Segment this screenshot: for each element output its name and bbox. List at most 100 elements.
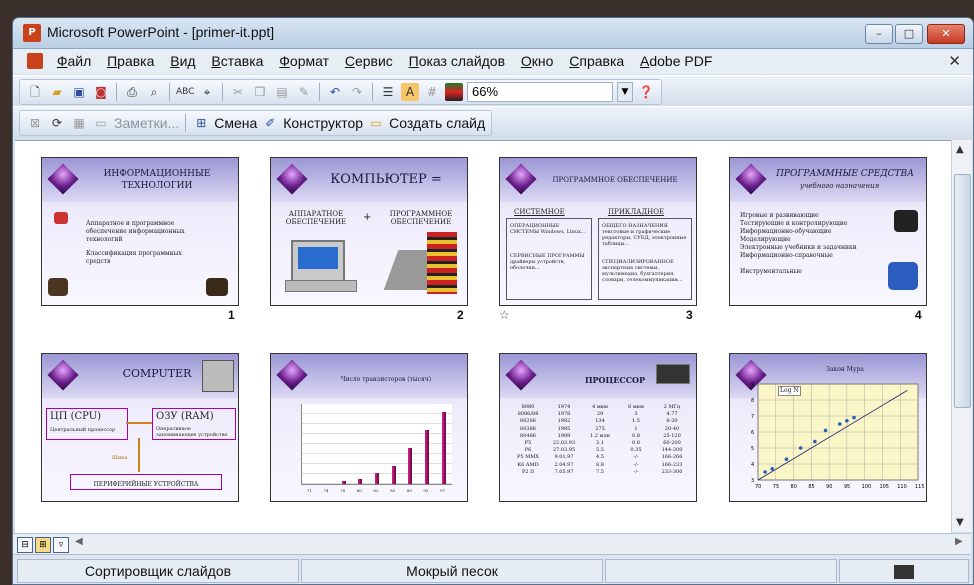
slide-thumbnail-3[interactable]: Программное обеспечение СИСТЕМНОЕ ПРИКЛА… [499,157,697,306]
slide-text: АППАРАТНОЕ ОБЕСПЕЧЕНИЕ [285,210,347,226]
menu-file[interactable]: Файл [51,49,97,69]
table-cell: P5 [524,440,532,447]
hide-slide-icon[interactable]: ⊠ [26,114,44,132]
new-slide-button[interactable]: Создать слайд [389,115,485,131]
table-cell: 7.5 [596,468,604,475]
slide-thumbnail-2[interactable]: КОМПЬЮТЕР = АППАРАТНОЕ ОБЕСПЕЧЕНИЕ + ПРО… [270,157,468,306]
tick-label: 100 [862,484,872,490]
transition-icon[interactable]: ⊞ [192,114,210,132]
scroll-up-icon[interactable]: ▲ [956,144,964,155]
notes-button[interactable]: Заметки... [114,115,179,131]
design-icon[interactable]: ✐ [261,114,279,132]
slide-sorter-view-icon[interactable]: ⊞ [35,537,51,553]
slide-thumbnail-7[interactable]: ПРОЦЕССОР 8080 1974 4 мкм 6 мкм 2 МГц 8086/88… [499,353,697,502]
scroll-down-icon[interactable]: ▼ [956,517,964,528]
scroll-right-icon[interactable]: ▶ [955,536,963,547]
chart-bar [408,448,413,484]
menu-format[interactable]: Формат [273,49,335,69]
show-formatting-icon[interactable]: A [401,83,419,101]
menu-help[interactable]: Справка [563,49,630,69]
table-row: 8086/88 1978 29 3 4.77 [510,411,690,418]
menu-window[interactable]: Окно [515,49,560,69]
open-icon[interactable]: ▰ [48,83,66,101]
slide-thumbnail-8[interactable]: Закон Мура 70 75 80 85 90 95 100 105 110 115 9 8 7 6 5… [729,353,927,502]
cut-icon[interactable]: ✂ [229,83,247,101]
tick-label: 82 [373,488,379,493]
list-item: Электронные учебники и задачники [740,244,857,251]
table-cell: 1.5 [632,418,640,425]
print-preview-icon[interactable]: ⌕ [145,83,163,101]
new-slide-icon[interactable]: ▭ [367,114,385,132]
tick-label: 70 [755,484,761,490]
close-document-icon[interactable]: ✕ [948,52,961,70]
table-cell: 27.03.95 [552,447,576,454]
zoom-combobox[interactable]: 66% [467,82,613,102]
design-button[interactable]: Конструктор [283,115,363,131]
slide-thumbnail-6[interactable]: Число транзисторов (тысяч) 71 74 78 80 8… [270,353,468,502]
paste-icon[interactable]: ▤ [273,83,291,101]
menu-adobe-pdf[interactable]: Adobe PDF [634,49,718,69]
slide-subtitle: учебного назначения [800,182,880,190]
spelling-status-icon[interactable] [894,565,914,580]
spelling-icon[interactable]: ABC [176,83,194,101]
maximize-button[interactable]: □ [895,24,923,44]
table-row: K6 AMD 2.04.97 8.8 -/- 166-233 [510,462,690,469]
copy-icon[interactable]: ❐ [251,83,269,101]
expand-all-icon[interactable]: ☰ [379,83,397,101]
help-icon[interactable]: ❓ [637,83,655,101]
grid-icon[interactable]: # [423,83,441,101]
slide-text: ПРИКЛАДНОЕ [608,208,665,216]
list-item: Моделирующие [740,236,791,243]
close-button[interactable]: ✕ [927,24,965,44]
status-bar: Сортировщик слайдов Мокрый песок [13,554,971,584]
transition-icon[interactable]: ☆ [499,308,510,322]
chart-bar [425,430,429,484]
tick-label: 89 [406,488,412,493]
data-point [845,419,849,423]
slideshow-view-icon[interactable]: ▿ [53,537,69,553]
slide-text: Классификация программных средств [86,250,182,265]
menu-edit[interactable]: Правка [101,49,160,69]
clipart [54,212,68,224]
status-empty [605,559,837,583]
menu-slideshow[interactable]: Показ слайдов [403,49,511,69]
status-view: Сортировщик слайдов [17,559,299,583]
menu-insert[interactable]: Вставка [205,49,269,69]
table-row: 80486 1989 1.2 млн 0.8 25-120 [510,433,690,440]
powerpoint-icon[interactable]: P [23,24,41,42]
slide-thumbnail-1[interactable]: Информационные технологии Аппаратное и п… [41,157,239,306]
tick-label: 110 [897,484,907,490]
table-cell: 1.2 млн [590,432,610,439]
menu-view[interactable]: Вид [164,49,201,69]
menu-tools[interactable]: Сервис [339,49,399,69]
rehearse-timings-icon[interactable]: ⟳ [48,114,66,132]
summary-slide-icon[interactable]: ▦ [70,114,88,132]
zoom-dropdown-icon[interactable]: ▼ [617,82,633,102]
document-icon[interactable] [27,53,43,69]
people-clipart [888,262,918,290]
table-cell: K6 AMD [517,461,539,468]
print-icon[interactable]: ⎙ [123,83,141,101]
color-grayscale-icon[interactable] [445,83,463,101]
table-cell: 5.5 [596,447,604,454]
table-cell: P5 MMX [517,454,539,461]
scroll-left-icon[interactable]: ◀ [75,536,83,547]
notes-icon[interactable]: ▭ [92,114,110,132]
transition-button[interactable]: Смена [214,115,257,131]
peripheral-box: ПЕРИФЕРИЙНЫЕ УСТРОЙСТВА [70,474,222,490]
table-cell: 80386 [520,425,536,432]
new-icon[interactable]: 🗋 [26,83,44,101]
slide-title: Число транзисторов (тысяч) [340,376,432,383]
permission-icon[interactable]: ◙ [92,83,110,101]
scroll-thumb[interactable] [954,174,971,408]
redo-icon[interactable]: ↷ [348,83,366,101]
save-icon[interactable]: ▣ [70,83,88,101]
research-icon[interactable]: ⌖ [198,83,216,101]
slide-thumbnail-4[interactable]: Программные средства учебного назначения… [729,157,927,306]
undo-icon[interactable]: ↶ [326,83,344,101]
vertical-scrollbar[interactable]: ▲ ▼ [951,140,972,532]
minimize-button[interactable]: – [865,24,893,44]
slide-thumbnail-5[interactable]: COMPUTER ЦП (CPU) Центральный процессор … [41,353,239,502]
normal-view-icon[interactable]: ⊟ [17,537,33,553]
format-painter-icon[interactable]: ✎ [295,83,313,101]
